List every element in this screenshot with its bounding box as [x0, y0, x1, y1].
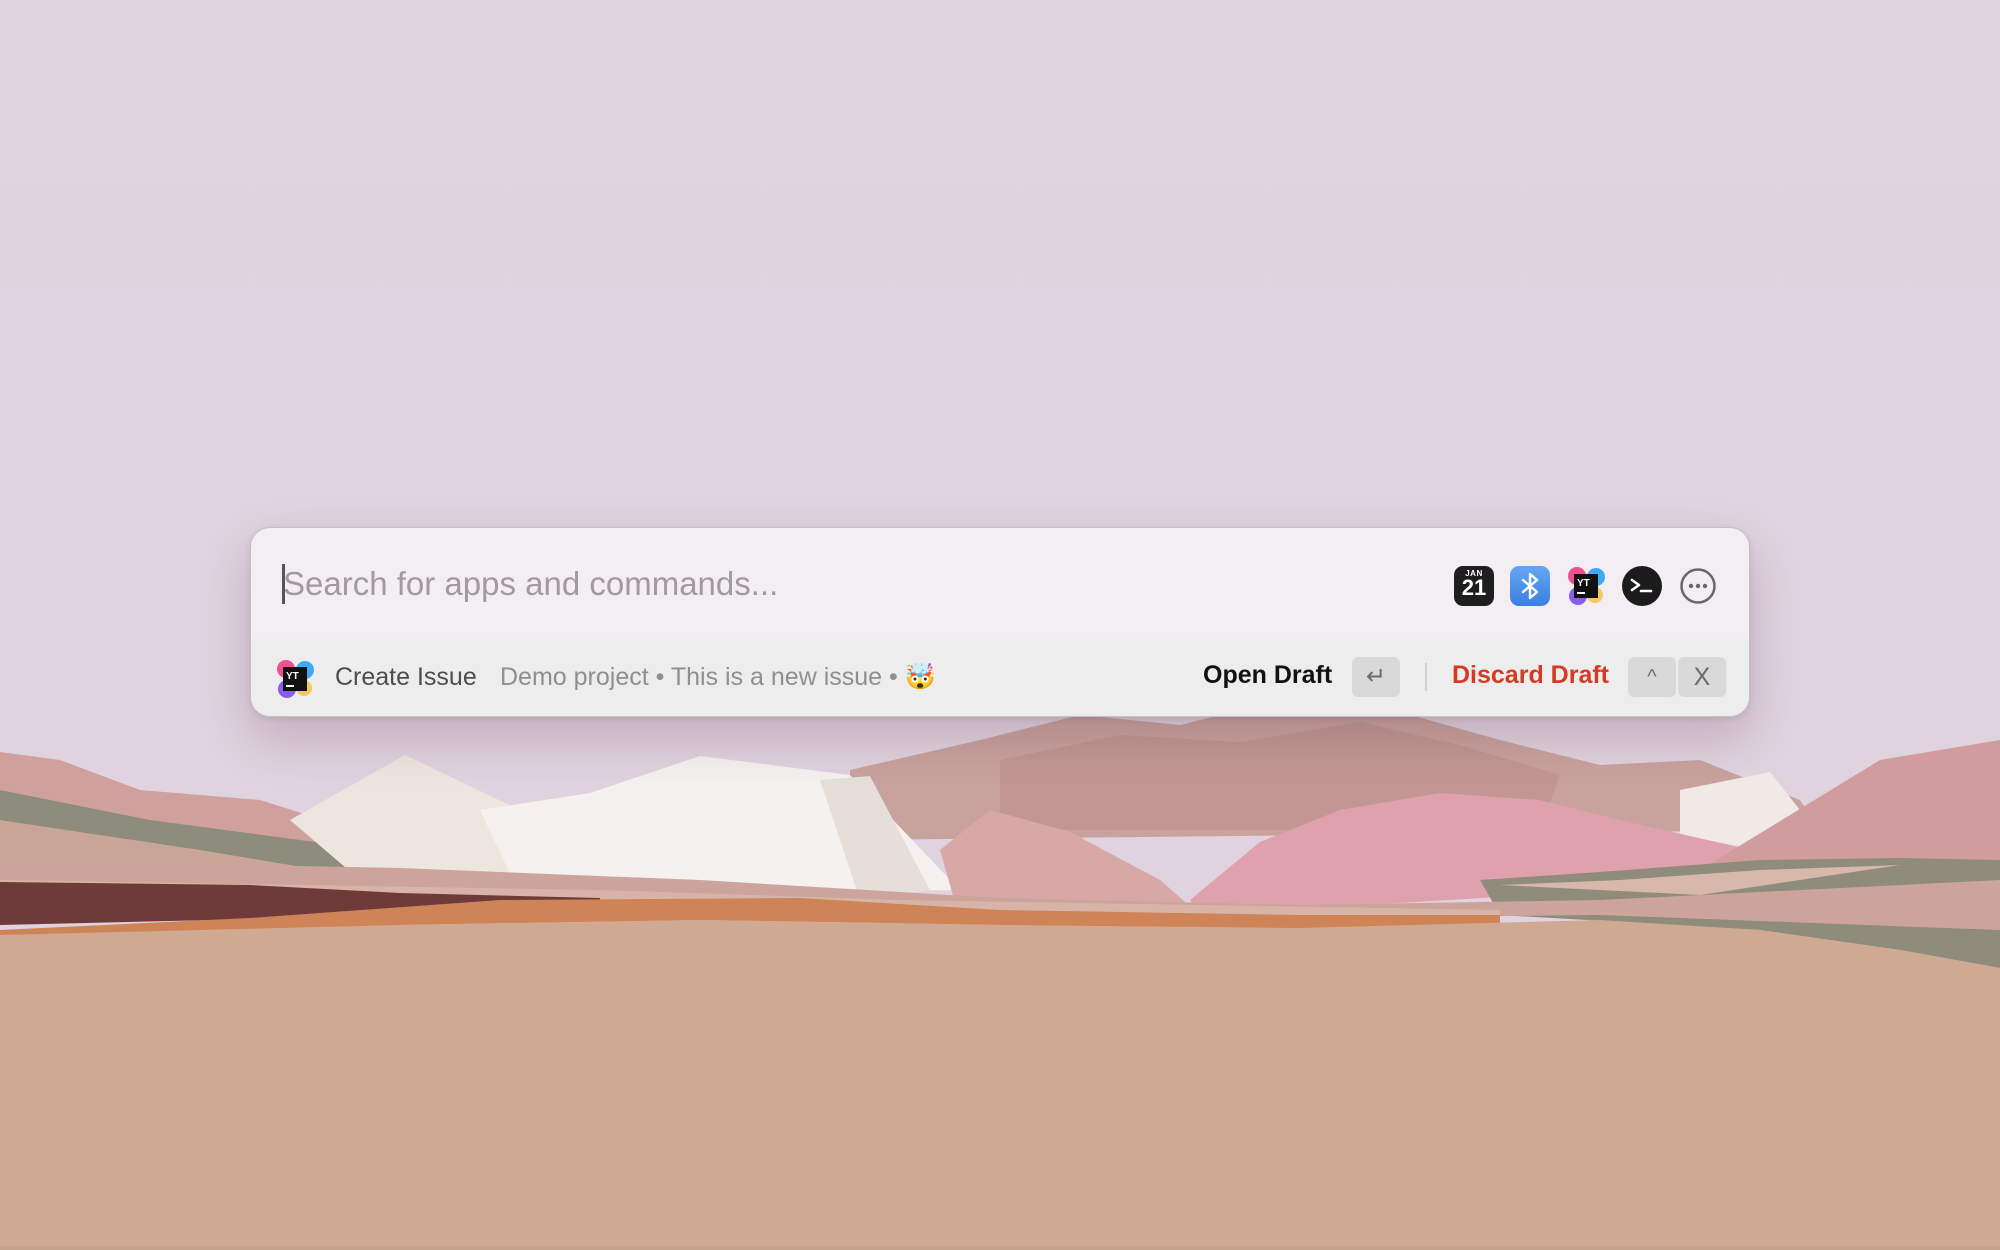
more-icon[interactable] — [1678, 566, 1718, 606]
youtrack-logo-text: YT — [1577, 578, 1590, 589]
action-subtitle: Demo project • This is a new issue • 🤯 — [500, 663, 936, 691]
bluetooth-icon[interactable] — [1510, 566, 1550, 606]
search-row: JAN 21 YT — [251, 528, 1749, 640]
text-caret — [282, 564, 285, 604]
x-key-hint: X — [1678, 657, 1726, 697]
youtrack-logo-text: YT — [286, 671, 299, 682]
open-draft-button[interactable]: Open Draft — [1203, 661, 1332, 690]
search-input[interactable] — [281, 556, 1363, 612]
command-launcher: JAN 21 YT — [250, 527, 1750, 717]
enter-key-hint: ↵ — [1352, 657, 1400, 697]
youtrack-icon: YT — [275, 659, 315, 699]
discard-draft-button[interactable]: Discard Draft — [1452, 661, 1609, 690]
action-divider — [1425, 663, 1427, 691]
control-key-hint: ^ — [1628, 657, 1676, 697]
calendar-day: 21 — [1461, 575, 1487, 600]
action-bar: YT Create Issue Demo project • This is a… — [251, 639, 1749, 716]
youtrack-icon[interactable]: YT — [1566, 566, 1606, 606]
action-title: Create Issue — [335, 663, 477, 691]
calendar-icon[interactable]: JAN 21 — [1454, 566, 1494, 606]
terminal-icon[interactable] — [1622, 566, 1662, 606]
